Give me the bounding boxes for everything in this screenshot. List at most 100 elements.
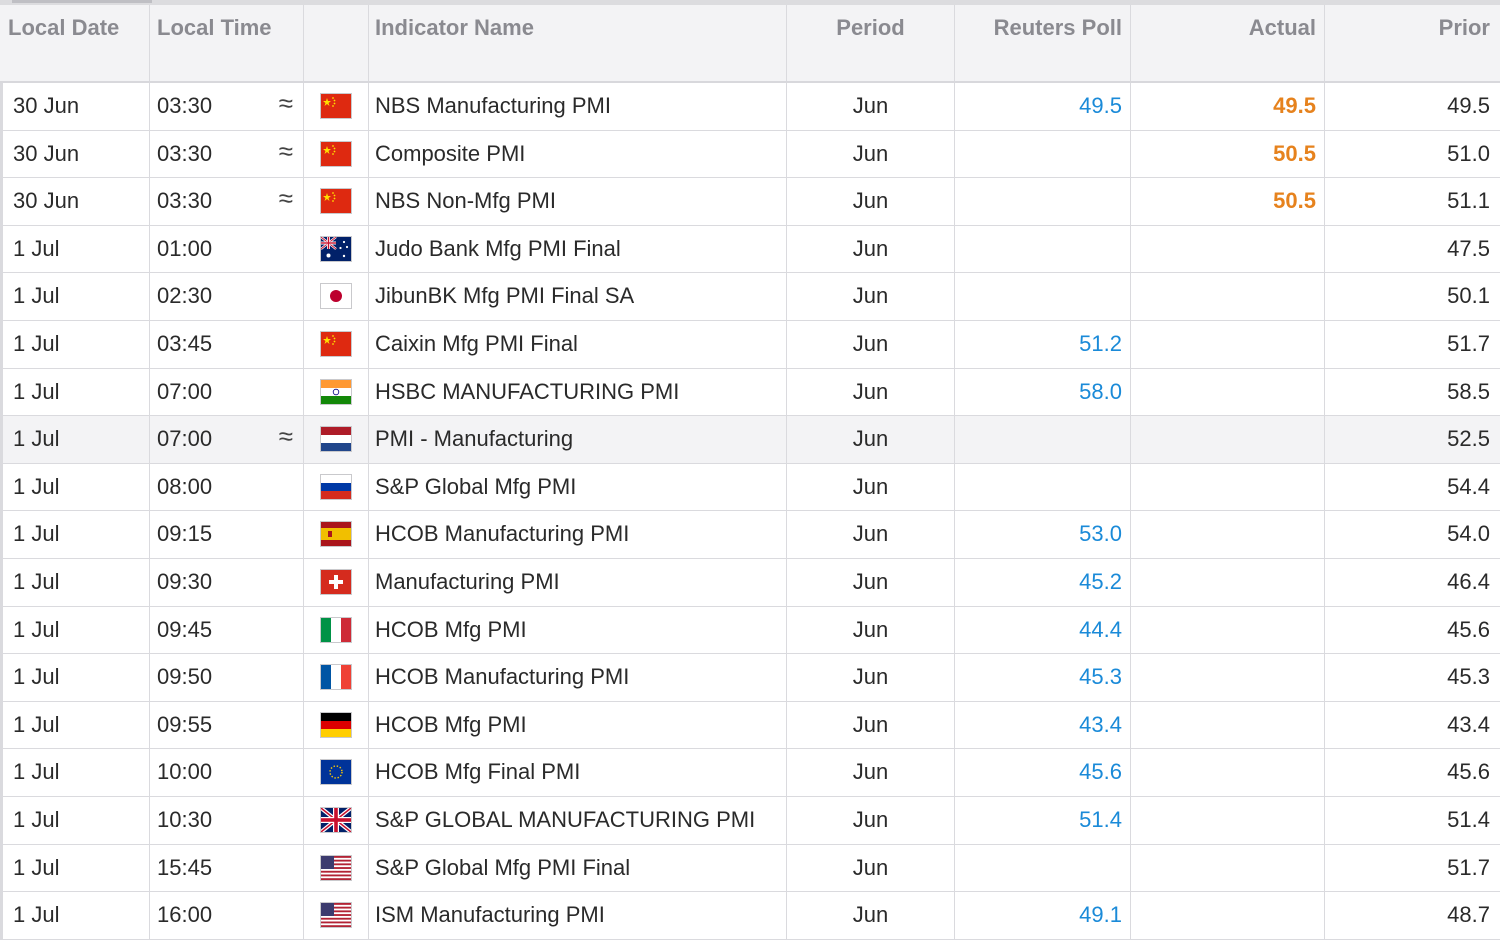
table-row[interactable]: 1 Jul 08:00 S&P Global Mfg PMI Jun 54.4 xyxy=(0,463,1500,512)
time-text: 07:00 xyxy=(157,378,213,404)
table-row[interactable]: 1 Jul 01:00 Judo Bank Mfg PMI Final Jun … xyxy=(0,225,1500,274)
cell-indicator-name[interactable]: Caixin Mfg PMI Final xyxy=(369,320,787,368)
table-row[interactable]: 1 Jul 09:55 HCOB Mfg PMI Jun 43.4 43.4 xyxy=(0,701,1500,750)
table-row[interactable]: 1 Jul 10:00 HCOB Mfg Final PMI Jun 45.6 … xyxy=(0,749,1500,797)
cell-indicator-name[interactable]: PMI - Manufacturing xyxy=(369,416,787,463)
cell-actual xyxy=(1131,892,1325,939)
cell-actual xyxy=(1131,796,1325,844)
cell-period: Jun xyxy=(787,273,955,320)
cell-reuters-poll: 44.4 xyxy=(955,606,1131,654)
cell-local-date: 1 Jul xyxy=(0,654,150,701)
cell-indicator-name[interactable]: JibunBK Mfg PMI Final SA xyxy=(369,273,787,320)
table-row[interactable]: 1 Jul 09:15 HCOB Manufacturing PMI Jun 5… xyxy=(0,511,1500,559)
cell-local-date: 1 Jul xyxy=(0,511,150,558)
cell-flag xyxy=(304,558,369,606)
header-period[interactable]: Period xyxy=(787,5,955,81)
cell-reuters-poll: 53.0 xyxy=(955,511,1131,558)
table-body: 30 Jun 03:30 ≈ NBS Manufacturing PMI Jun… xyxy=(0,83,1500,940)
cell-reuters-poll: 49.1 xyxy=(955,892,1131,939)
table-row[interactable]: 1 Jul 07:00 HSBC MANUFACTURING PMI Jun 5… xyxy=(0,368,1500,417)
cell-local-date: 1 Jul xyxy=(0,558,150,606)
flag-au-icon xyxy=(320,235,352,262)
header-flag xyxy=(304,5,369,81)
cell-prior: 58.5 xyxy=(1447,378,1490,404)
cell-flag xyxy=(304,654,369,701)
cell-reuters-poll xyxy=(955,416,1131,463)
cell-local-time: 02:30 xyxy=(150,273,304,320)
time-text: 10:00 xyxy=(157,759,213,785)
cell-actual: 49.5 xyxy=(1131,83,1325,130)
cell-local-time: 09:50 xyxy=(150,654,304,701)
cell-actual xyxy=(1131,463,1325,511)
cell-prior: 54.0 xyxy=(1447,521,1490,547)
cell-actual xyxy=(1131,701,1325,749)
table-row[interactable]: 1 Jul 07:00 ≈ PMI - Manufacturing Jun 52… xyxy=(0,416,1500,464)
cell-indicator-name[interactable]: NBS Manufacturing PMI xyxy=(369,83,787,130)
table-row[interactable]: 1 Jul 02:30 JibunBK Mfg PMI Final SA Jun… xyxy=(0,273,1500,321)
cell-flag xyxy=(304,796,369,844)
cell-indicator-name[interactable]: S&P Global Mfg PMI Final xyxy=(369,844,787,892)
time-text: 07:00 xyxy=(157,426,213,452)
time-text: 09:15 xyxy=(157,521,213,547)
table-row[interactable]: 1 Jul 09:50 HCOB Manufacturing PMI Jun 4… xyxy=(0,654,1500,702)
cell-prior: 49.5 xyxy=(1447,93,1490,118)
cell-local-time: 08:00 xyxy=(150,463,304,511)
cell-indicator-name[interactable]: ISM Manufacturing PMI xyxy=(369,892,787,939)
cell-flag xyxy=(304,606,369,654)
cell-indicator-name[interactable]: NBS Non-Mfg PMI xyxy=(369,178,787,225)
cell-local-date: 1 Jul xyxy=(0,844,150,892)
table-row[interactable]: 1 Jul 16:00 ISM Manufacturing PMI Jun 49… xyxy=(0,892,1500,940)
cell-local-time: 10:30 xyxy=(150,796,304,844)
cell-reuters-poll xyxy=(955,844,1131,892)
table-row[interactable]: 1 Jul 09:30 Manufacturing PMI Jun 45.2 4… xyxy=(0,558,1500,607)
cell-indicator-name[interactable]: S&P GLOBAL MANUFACTURING PMI xyxy=(369,796,787,844)
cell-indicator-name[interactable]: Judo Bank Mfg PMI Final xyxy=(369,225,787,273)
cell-flag xyxy=(304,749,369,796)
header-local-time[interactable]: Local Time xyxy=(150,5,304,81)
table-row[interactable]: 1 Jul 10:30 S&P GLOBAL MANUFACTURING PMI… xyxy=(0,796,1500,845)
table-row[interactable]: 30 Jun 03:30 ≈ NBS Non-Mfg PMI Jun 50.5 … xyxy=(0,178,1500,226)
table-row[interactable]: 1 Jul 09:45 HCOB Mfg PMI Jun 44.4 45.6 xyxy=(0,606,1500,655)
cell-indicator-name[interactable]: HCOB Manufacturing PMI xyxy=(369,511,787,558)
cell-period: Jun xyxy=(787,749,955,796)
cell-indicator-name[interactable]: Composite PMI xyxy=(369,130,787,178)
header-actual[interactable]: Actual xyxy=(1131,5,1325,81)
header-reuters-poll[interactable]: Reuters Poll xyxy=(955,5,1131,81)
table-row[interactable]: 1 Jul 03:45 Caixin Mfg PMI Final Jun 51.… xyxy=(0,320,1500,369)
time-text: 09:50 xyxy=(157,664,213,690)
cell-local-date: 1 Jul xyxy=(0,368,150,416)
cell-prior: 51.7 xyxy=(1447,854,1490,880)
header-prior[interactable]: Prior xyxy=(1325,5,1500,81)
cell-indicator-name[interactable]: HCOB Mfg Final PMI xyxy=(369,749,787,796)
table-row[interactable]: 1 Jul 15:45 S&P Global Mfg PMI Final Jun… xyxy=(0,844,1500,893)
cell-prior: 51.7 xyxy=(1447,330,1490,356)
flag-cn-icon xyxy=(320,188,352,215)
cell-reuters-poll: 45.2 xyxy=(955,558,1131,606)
cell-prior: 54.4 xyxy=(1447,473,1490,499)
cell-flag xyxy=(304,892,369,939)
table-row[interactable]: 30 Jun 03:30 ≈ Composite PMI Jun 50.5 51… xyxy=(0,130,1500,179)
cell-indicator-name[interactable]: HCOB Manufacturing PMI xyxy=(369,654,787,701)
table-row[interactable]: 30 Jun 03:30 ≈ NBS Manufacturing PMI Jun… xyxy=(0,83,1500,131)
header-local-date[interactable]: Local Date xyxy=(0,5,150,81)
cell-flag xyxy=(304,225,369,273)
cell-indicator-name[interactable]: HCOB Mfg PMI xyxy=(369,701,787,749)
cell-period: Jun xyxy=(787,796,955,844)
cell-flag xyxy=(304,511,369,558)
cell-actual xyxy=(1131,416,1325,463)
cell-actual xyxy=(1131,606,1325,654)
cell-reuters-poll: 51.4 xyxy=(955,796,1131,844)
cell-indicator-name[interactable]: HSBC MANUFACTURING PMI xyxy=(369,368,787,416)
time-text: 09:45 xyxy=(157,616,213,642)
cell-indicator-name[interactable]: HCOB Mfg PMI xyxy=(369,606,787,654)
cell-period: Jun xyxy=(787,416,955,463)
cell-local-date: 1 Jul xyxy=(0,701,150,749)
cell-indicator-name[interactable]: S&P Global Mfg PMI xyxy=(369,463,787,511)
cell-local-date: 30 Jun xyxy=(0,83,150,130)
flag-it-icon xyxy=(320,616,352,643)
header-indicator-name[interactable]: Indicator Name xyxy=(369,5,787,81)
cell-indicator-name[interactable]: Manufacturing PMI xyxy=(369,558,787,606)
cell-period: Jun xyxy=(787,463,955,511)
active-tab-indicator[interactable] xyxy=(12,0,152,3)
flag-eu-icon xyxy=(320,759,352,786)
